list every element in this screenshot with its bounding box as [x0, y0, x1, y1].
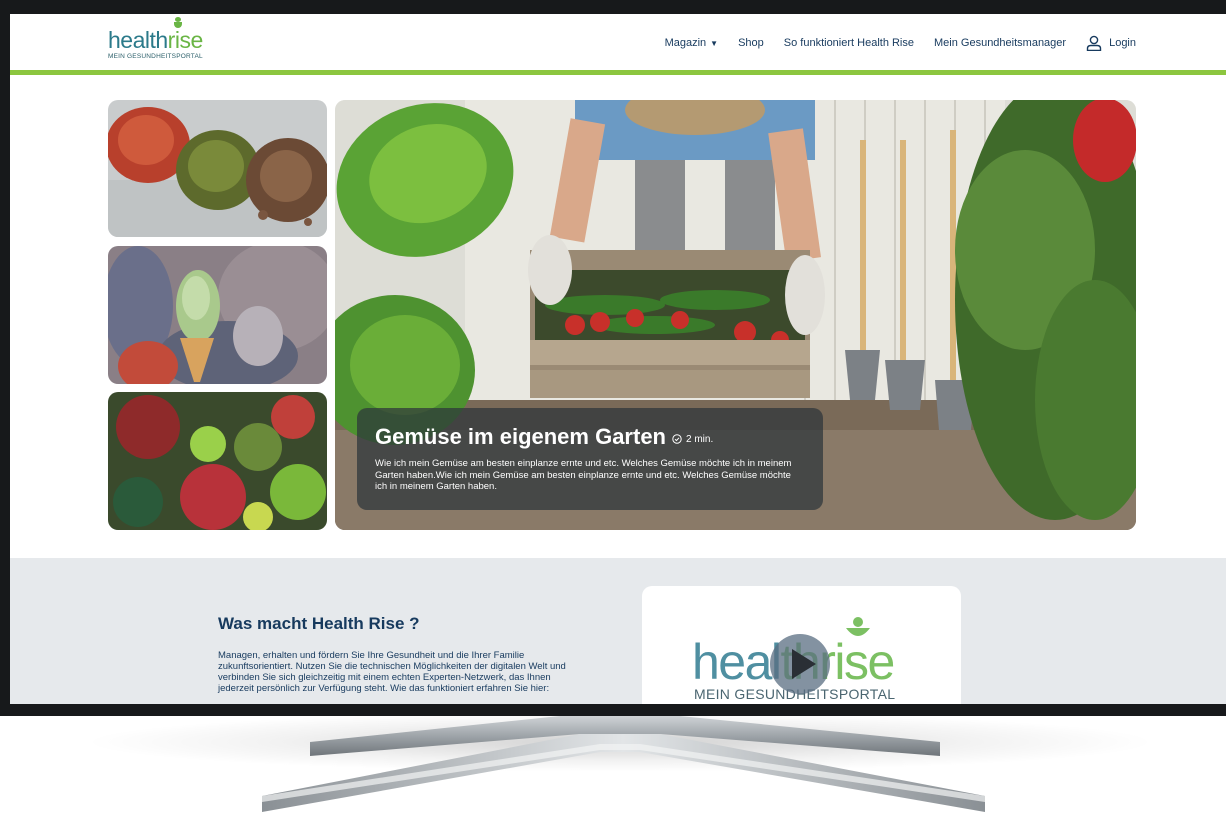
clock-check-icon [672, 434, 682, 444]
user-icon [1086, 35, 1102, 51]
nav-how-it-works[interactable]: So funktioniert Health Rise [784, 37, 914, 49]
icecream-image [108, 246, 327, 384]
pasta-image [108, 100, 327, 237]
about-title: Was macht Health Rise ? [218, 614, 420, 633]
read-time-label: 2 min. [686, 433, 714, 445]
main-nav: Magazin ▼ Shop So funktioniert Health Ris… [645, 35, 1136, 51]
nav-health-manager[interactable]: Mein Gesundheitsmanager [934, 37, 1066, 49]
nav-login[interactable]: Login [1086, 35, 1136, 51]
featured-article[interactable]: Gemüse im eigenem Garten 2 min. Wie ich … [335, 100, 1136, 530]
nav-magazin[interactable]: Magazin ▼ [665, 37, 719, 49]
hero-caption: Gemüse im eigenem Garten 2 min. Wie ich … [357, 408, 823, 510]
site-logo[interactable]: healthrise MEIN GESUNDHEITSPORTAL [108, 17, 204, 60]
logo-word-health: health [108, 27, 168, 53]
video-logo-a: heal [692, 634, 782, 690]
tv-frame: healthrise MEIN GESUNDHEITSPORTAL Magazi… [0, 0, 1226, 716]
website-screen: healthrise MEIN GESUNDHEITSPORTAL Magazi… [10, 14, 1226, 704]
article-thumb-fruits[interactable] [108, 392, 327, 530]
header-accent-line [10, 70, 1226, 75]
site-header: healthrise MEIN GESUNDHEITSPORTAL Magazi… [10, 14, 1226, 70]
play-icon [792, 649, 816, 679]
fruits-image [108, 392, 327, 530]
article-thumb-pasta[interactable] [108, 100, 327, 237]
hero-excerpt: Wie ich mein Gemüse am besten einplanze … [375, 458, 792, 492]
video-card[interactable]: healthrise MEIN GESUNDHEITSPORTAL [642, 586, 961, 704]
article-thumb-icecream[interactable] [108, 246, 327, 384]
caret-down-icon: ▼ [710, 38, 719, 48]
logo-word-rise: rise [167, 27, 204, 53]
logo-subtitle: MEIN GESUNDHEITSPORTAL [108, 53, 203, 60]
nav-magazin-label: Magazin [664, 37, 707, 49]
nav-shop[interactable]: Shop [738, 37, 764, 49]
hero-title[interactable]: Gemüse im eigenem Garten [375, 424, 666, 450]
read-time: 2 min. [672, 434, 713, 445]
about-section: Was macht Health Rise ? Managen, erhalte… [10, 558, 1226, 704]
nav-login-label: Login [1109, 37, 1136, 49]
play-button[interactable] [770, 634, 830, 694]
about-text: Managen, erhalten und fördern Sie Ihre G… [218, 650, 566, 694]
tv-stand [262, 716, 985, 812]
